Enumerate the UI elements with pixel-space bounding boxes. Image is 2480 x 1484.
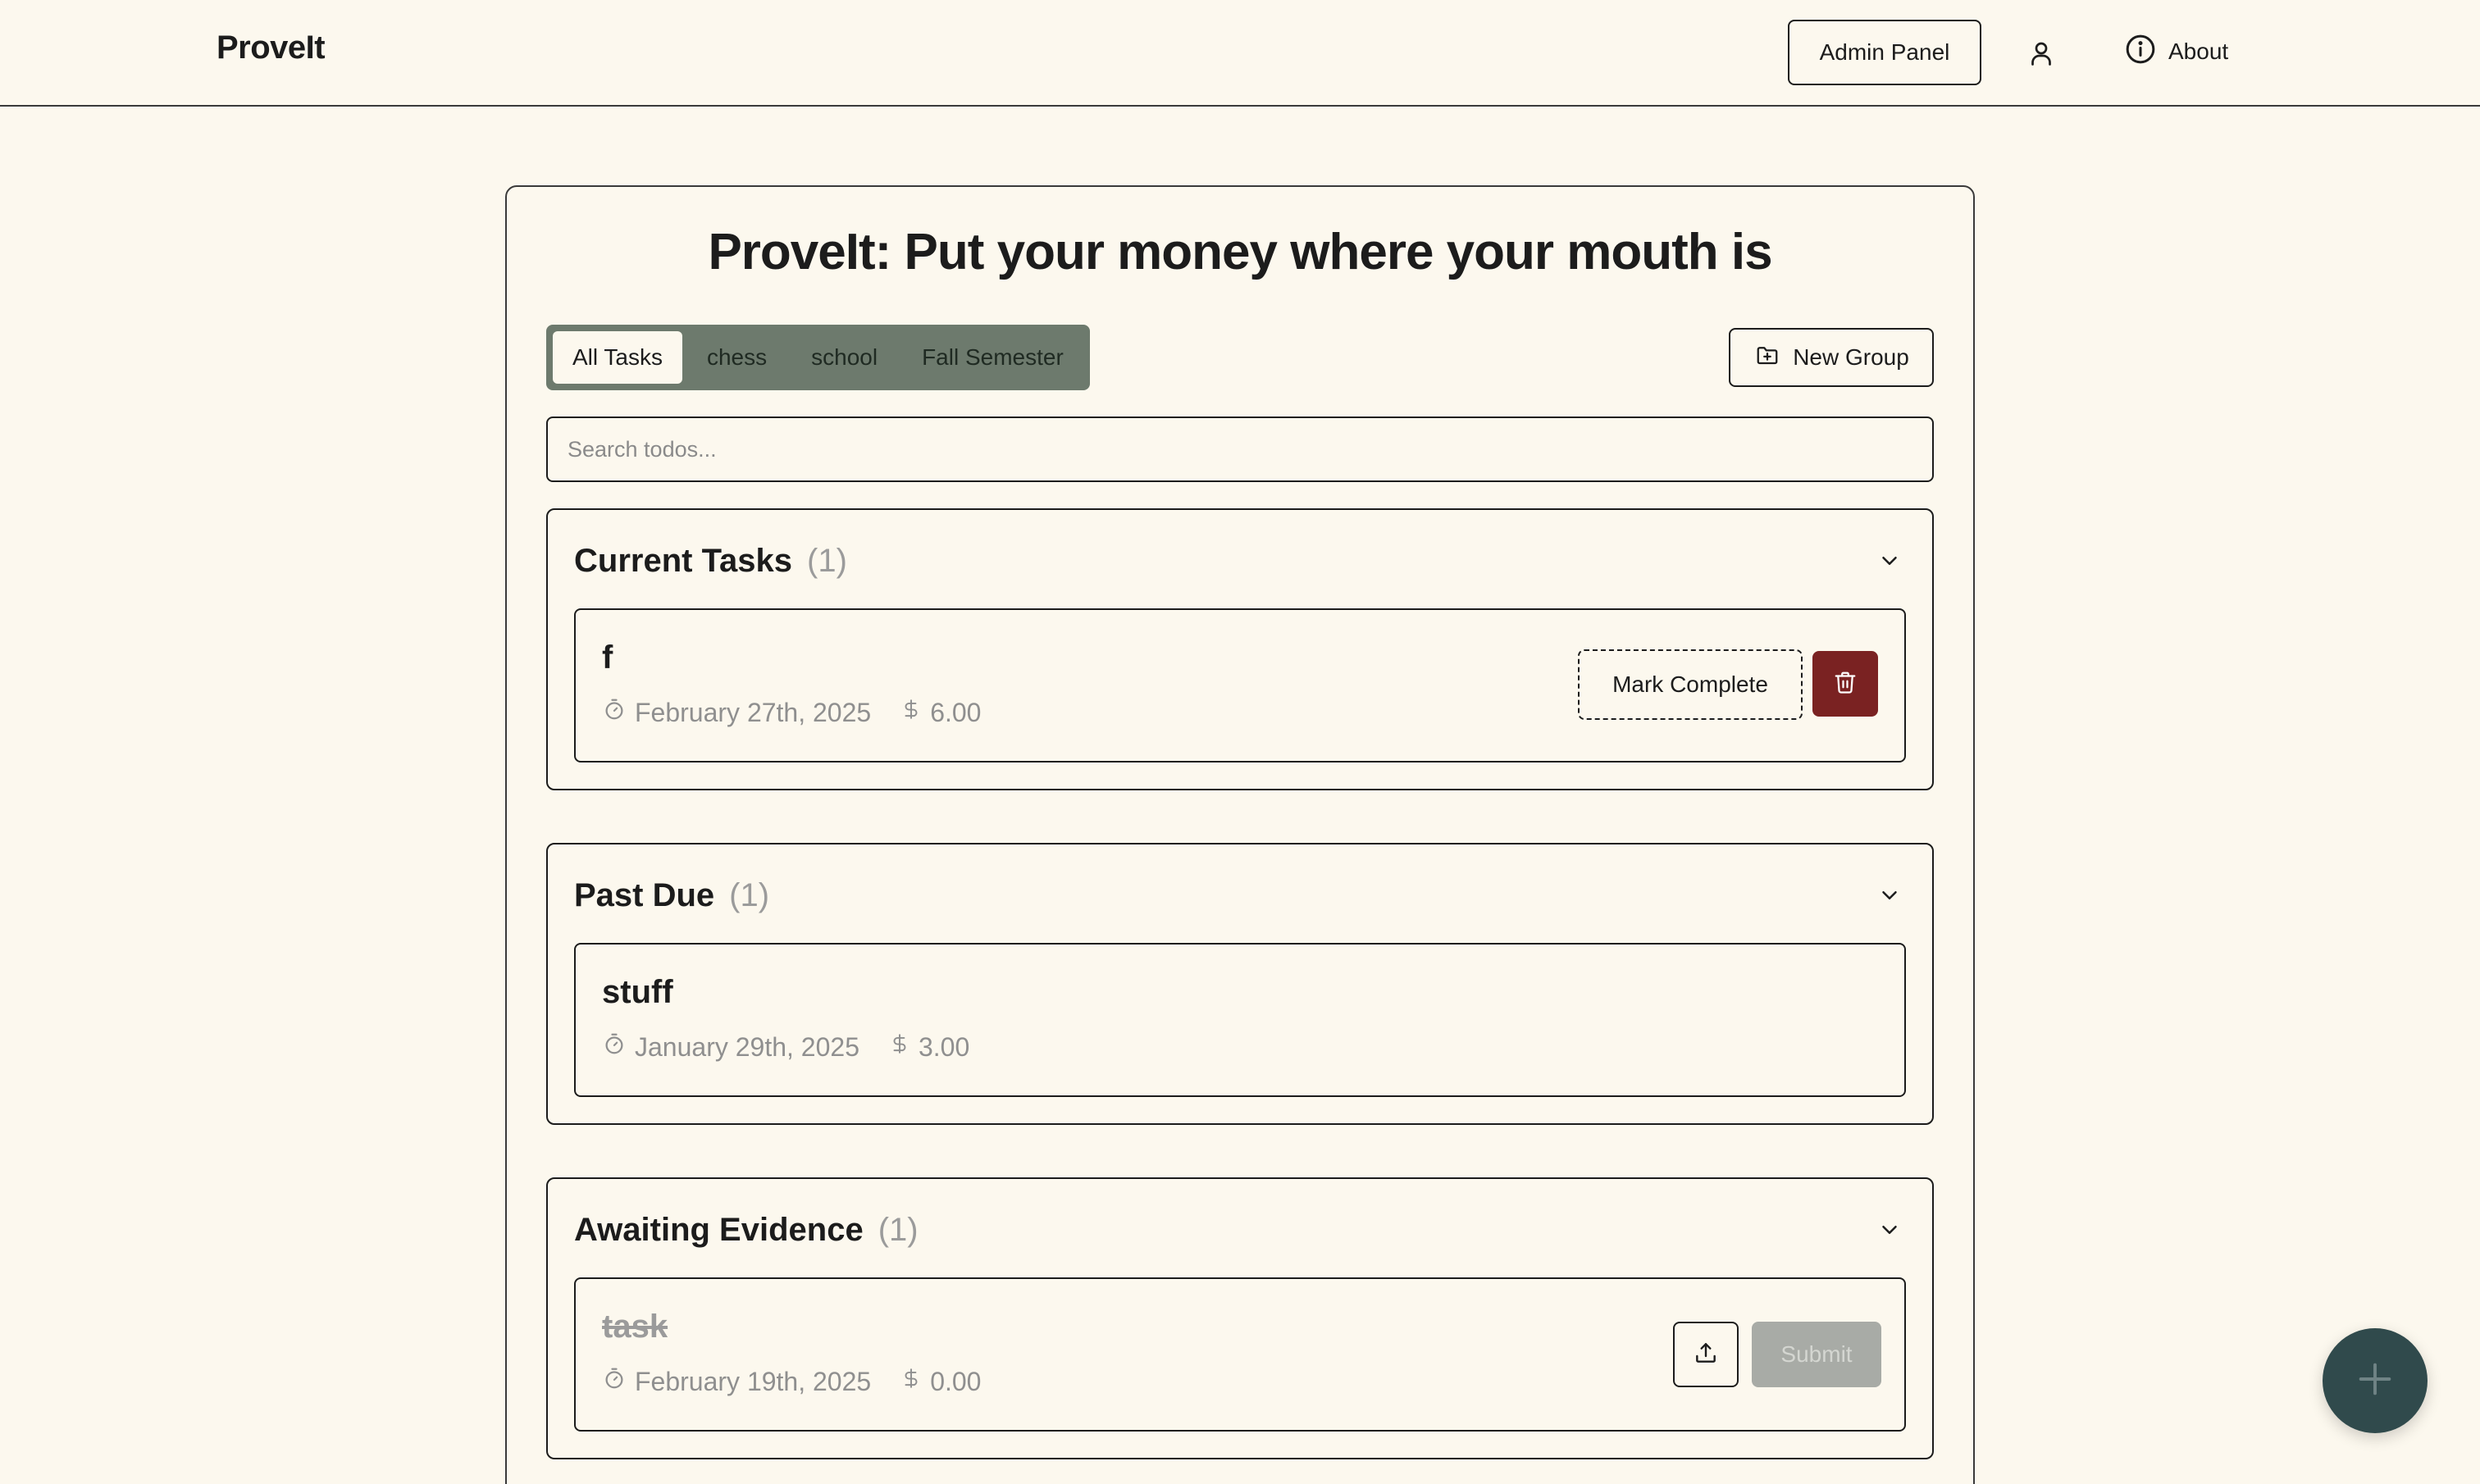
info-icon xyxy=(2124,33,2157,71)
admin-panel-button[interactable]: Admin Panel xyxy=(1788,20,1981,85)
new-group-label: New Group xyxy=(1793,344,1909,370)
tab-fall-semester[interactable]: Fall Semester xyxy=(902,331,1083,384)
tab-school[interactable]: school xyxy=(791,331,897,384)
group-tabs: All Tasks chess school Fall Semester xyxy=(546,325,1090,390)
awaiting-evidence-section: Awaiting Evidence (1) task February 19th… xyxy=(546,1177,1934,1459)
task-name: stuff xyxy=(602,974,673,1010)
task-meta: January 29th, 2025 3.00 xyxy=(602,1031,999,1063)
past-due-section: Past Due (1) stuff January 29th, 2025 3.… xyxy=(546,843,1934,1125)
task-card: task February 19th, 2025 0.00 Submit xyxy=(574,1277,1906,1432)
top-navbar: ProveIt Admin Panel About xyxy=(0,0,2480,107)
chevron-down-icon[interactable] xyxy=(1873,879,1906,912)
task-date: February 27th, 2025 xyxy=(635,697,872,727)
delete-button[interactable] xyxy=(1812,651,1878,717)
new-group-button[interactable]: New Group xyxy=(1729,328,1934,387)
dollar-icon xyxy=(900,1366,922,1397)
section-title: Awaiting Evidence xyxy=(574,1211,864,1248)
task-name: task xyxy=(602,1309,668,1345)
section-title: Current Tasks xyxy=(574,542,793,579)
about-button[interactable]: About xyxy=(2124,31,2228,72)
section-header[interactable]: Past Due (1) xyxy=(574,871,1906,920)
task-name: f xyxy=(602,640,613,676)
task-date: January 29th, 2025 xyxy=(635,1031,859,1062)
section-header[interactable]: Current Tasks (1) xyxy=(574,536,1906,585)
about-label: About xyxy=(2168,39,2229,64)
folder-plus-icon xyxy=(1753,343,1781,373)
task-date: February 19th, 2025 xyxy=(635,1366,872,1396)
task-amount: 6.00 xyxy=(930,697,982,727)
current-tasks-section: Current Tasks (1) f February 27th, 2025 xyxy=(546,508,1934,790)
submit-button[interactable]: Submit xyxy=(1752,1322,1881,1387)
section-title: Past Due xyxy=(574,876,715,913)
tab-all-tasks[interactable]: All Tasks xyxy=(553,331,682,384)
section-count: (1) xyxy=(878,1211,919,1248)
section-count: (1) xyxy=(807,542,847,579)
chevron-down-icon[interactable] xyxy=(1873,544,1906,577)
page-title: ProveIt: Put your money where your mouth… xyxy=(708,224,1772,280)
search-input[interactable] xyxy=(546,417,1934,482)
timer-icon xyxy=(602,697,627,728)
upload-icon xyxy=(1693,1340,1719,1370)
task-amount: 3.00 xyxy=(918,1031,970,1062)
app-root: ProveIt Admin Panel About ProveIt: Put y… xyxy=(0,0,2480,1484)
user-icon[interactable] xyxy=(2021,33,2062,74)
dollar-icon xyxy=(900,697,922,728)
task-card: stuff January 29th, 2025 3.00 xyxy=(574,943,1906,1097)
task-meta: February 19th, 2025 0.00 xyxy=(602,1366,1010,1397)
trash-icon xyxy=(1833,669,1858,699)
add-task-fab[interactable] xyxy=(2323,1328,2428,1433)
timer-icon xyxy=(602,1031,627,1063)
section-header[interactable]: Awaiting Evidence (1) xyxy=(574,1205,1906,1254)
section-count: (1) xyxy=(729,876,770,913)
dollar-icon xyxy=(889,1031,910,1063)
task-meta: February 27th, 2025 6.00 xyxy=(602,697,1010,728)
tab-chess[interactable]: chess xyxy=(687,331,786,384)
plus-icon xyxy=(2354,1358,2396,1404)
timer-icon xyxy=(602,1366,627,1397)
task-amount: 0.00 xyxy=(930,1366,982,1396)
task-card: f February 27th, 2025 6.00 Mark Complete xyxy=(574,608,1906,762)
chevron-down-icon[interactable] xyxy=(1873,1213,1906,1246)
upload-evidence-button[interactable] xyxy=(1673,1322,1739,1387)
brand-logo[interactable]: ProveIt xyxy=(217,30,326,66)
mark-complete-button[interactable]: Mark Complete xyxy=(1578,649,1803,720)
